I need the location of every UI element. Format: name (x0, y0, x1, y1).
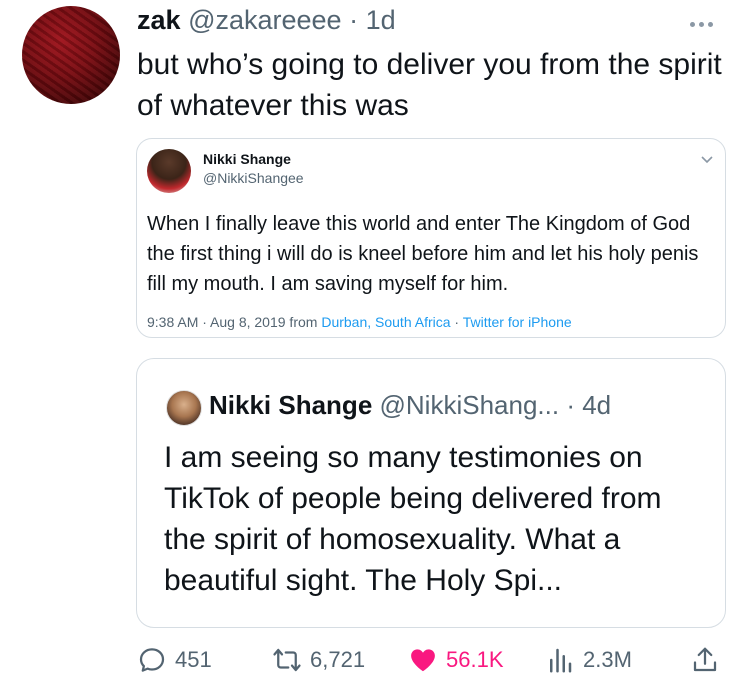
embedded-tweet-text: When I finally leave this world and ente… (147, 213, 699, 295)
meta-separator: · (450, 314, 463, 330)
quoted-tweet-card[interactable]: Nikki Shange @NikkiShang... · 4d I am se… (136, 358, 726, 628)
heart-icon (411, 649, 435, 672)
more-icon[interactable] (690, 14, 722, 27)
like-button[interactable]: 56.1K (408, 640, 504, 680)
tweet-text: but who’s going to deliver you from the … (137, 48, 722, 122)
dot-separator: · (341, 5, 366, 35)
reply-count: 451 (175, 647, 212, 672)
embedded-client[interactable]: Twitter for iPhone (463, 314, 572, 330)
reply-button[interactable]: 451 (137, 640, 212, 680)
embedded-tweet-card[interactable]: Nikki Shange @NikkiShangee When I finall… (136, 138, 726, 338)
embedded-avatar[interactable] (147, 149, 191, 193)
retweet-count: 6,721 (310, 647, 366, 672)
retweet-button[interactable]: 6,721 (272, 640, 365, 680)
quoted-avatar[interactable] (166, 390, 202, 426)
quoted-author-name[interactable]: Nikki Shange (209, 390, 372, 420)
tweet-time[interactable]: 1d (366, 5, 396, 35)
embedded-location[interactable]: Durban, South Africa (321, 314, 450, 330)
views-button[interactable]: 2.3M (545, 640, 632, 680)
reply-icon (139, 648, 165, 672)
chevron-down-icon[interactable] (699, 151, 715, 167)
embedded-time: 9:38 AM · Aug 8, 2019 from (147, 314, 322, 330)
like-count: 56.1K (446, 647, 504, 672)
embedded-tweet-meta: 9:38 AM · Aug 8, 2019 from Durban, South… (147, 314, 572, 330)
quoted-tweet-text: I am seeing so many testimonies on TikTo… (164, 441, 662, 597)
author-handle[interactable]: @zakareeee (188, 5, 342, 35)
action-bar: 451 6,721 56.1K 2.3M (0, 640, 750, 680)
views-count: 2.3M (583, 647, 632, 672)
author-name[interactable]: zak (137, 5, 181, 35)
quoted-time[interactable]: 4d (582, 390, 611, 420)
tweet-header: zak @zakareeee · 1d (137, 4, 396, 36)
share-button[interactable] (690, 640, 728, 680)
dot-separator: · (559, 390, 583, 420)
quoted-author-handle[interactable]: @NikkiShang... (380, 390, 560, 420)
share-icon (693, 647, 717, 672)
views-icon (550, 648, 572, 673)
embedded-author-name[interactable]: Nikki Shange (203, 151, 291, 167)
profile-avatar[interactable] (22, 6, 120, 104)
retweet-icon (273, 648, 301, 672)
quoted-header: Nikki Shange @NikkiShang... · 4d (209, 389, 611, 421)
embedded-author-handle[interactable]: @NikkiShangee (203, 170, 304, 186)
